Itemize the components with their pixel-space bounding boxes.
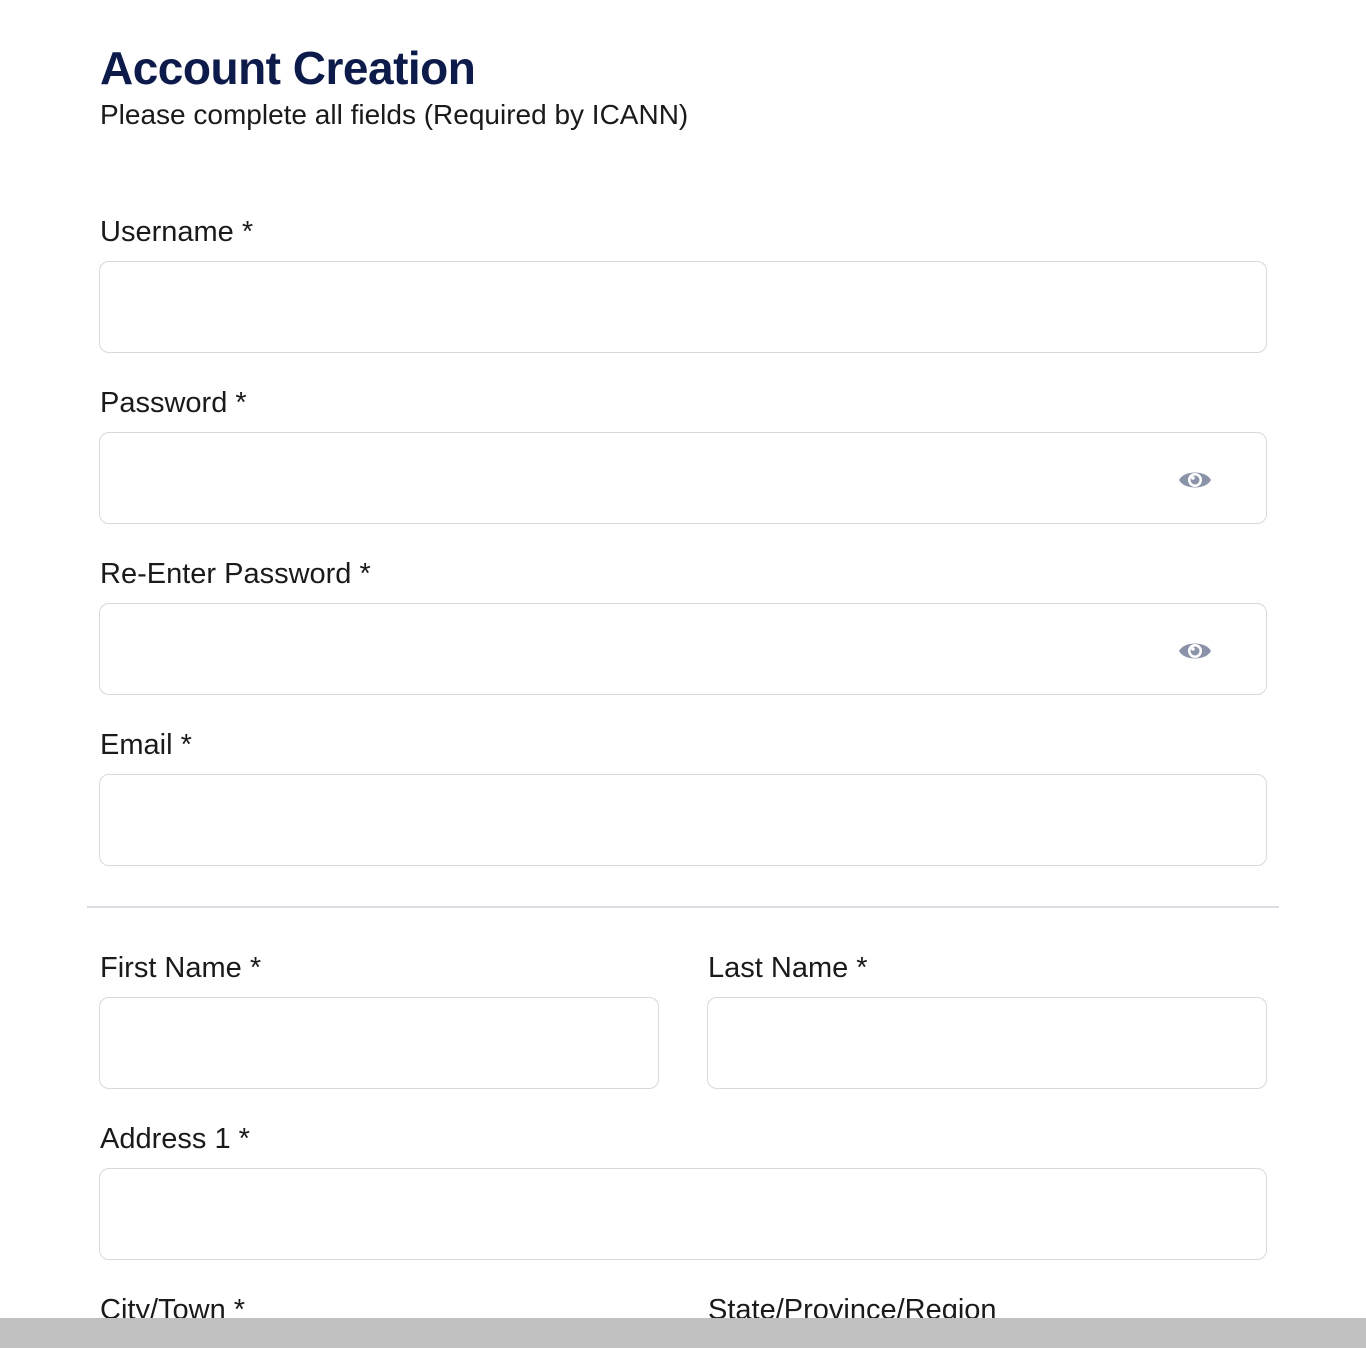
address1-label: Address 1 * [100,1123,250,1155]
username-input[interactable] [99,261,1267,353]
last-name-label: Last Name * [708,952,868,984]
first-name-input[interactable] [99,997,659,1089]
horizontal-scrollbar[interactable] [0,1318,1366,1348]
reenter-password-label: Re-Enter Password * [100,558,371,590]
email-input[interactable] [99,774,1267,866]
last-name-input[interactable] [707,997,1267,1089]
email-label: Email * [100,729,192,761]
page-subtitle: Please complete all fields (Required by … [100,99,689,130]
password-label: Password * [100,387,247,419]
section-divider [87,906,1279,908]
eye-icon[interactable] [1178,638,1212,664]
eye-icon[interactable] [1178,467,1212,493]
page-title: Account Creation [100,42,476,94]
first-name-label: First Name * [100,952,262,984]
password-input[interactable] [99,432,1267,524]
address1-input[interactable] [99,1168,1267,1260]
reenter-password-input[interactable] [99,603,1267,695]
username-label: Username * [100,216,254,248]
